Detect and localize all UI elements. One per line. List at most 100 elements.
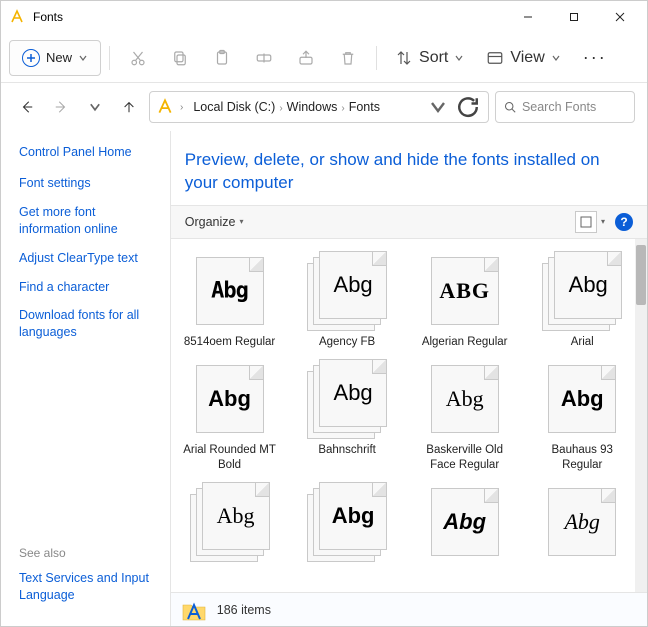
breadcrumb-segment[interactable]: Windows [283,98,342,116]
font-item[interactable]: Abg Agency FB [288,245,406,353]
font-preview-tile: Abg [307,251,387,331]
more-button[interactable]: ··· [573,47,617,68]
fonts-folder-icon [181,597,207,623]
scrollbar-thumb[interactable] [636,245,646,305]
font-item[interactable]: Abg [523,476,641,570]
search-box[interactable] [495,91,635,123]
font-name-label: Arial [571,335,594,349]
plus-icon [22,49,40,67]
see-also-heading: See also [19,546,158,560]
sort-label: Sort [419,49,448,67]
font-sample: Abg [555,272,621,298]
breadcrumb[interactable]: Local Disk (C:)›Windows›Fonts [189,98,384,116]
toolbar-separator [109,46,110,70]
see-also-link[interactable]: Text Services and Input Language [19,570,158,604]
chevron-down-icon[interactable]: ▾ [601,217,605,226]
main-panel: Preview, delete, or show and hide the fo… [171,131,647,626]
font-preview-tile: Abg [542,482,622,562]
font-item[interactable]: Abg Arial [523,245,641,353]
font-item[interactable]: AbgBauhaus 93 Regular [523,353,641,476]
sidebar-link[interactable]: Find a character [19,279,158,296]
fonts-window: Fonts New Sort View ··· [0,0,648,627]
minimize-button[interactable] [505,1,551,33]
font-preview-tile: Abg [190,482,270,562]
organize-label: Organize [185,215,236,229]
view-options-button[interactable] [575,211,597,233]
font-sample: Abg [549,386,615,412]
address-bar[interactable]: › Local Disk (C:)›Windows›Fonts [149,91,489,123]
content-body: Control Panel Home Font settings Get more… [1,131,647,626]
search-icon [504,100,516,114]
font-name-label: 8514oem Regular [184,335,275,349]
new-button[interactable]: New [9,40,101,76]
font-preview-tile: Abg [190,251,270,331]
organize-button[interactable]: Organize ▾ [185,215,244,229]
address-history-button[interactable] [428,97,448,117]
font-name-label: Algerian Regular [422,335,508,349]
window-title: Fonts [33,10,63,24]
search-input[interactable] [522,100,626,114]
font-sample: Abg [320,272,386,298]
refresh-button[interactable] [454,93,482,121]
copy-button[interactable] [160,40,200,76]
font-name-label: Baskerville Old Face Regular [418,443,512,472]
close-button[interactable] [597,1,643,33]
recent-locations-button[interactable] [81,93,109,121]
font-preview-tile: Abg [307,482,387,562]
font-preview-tile: Abg [542,251,622,331]
font-name-label: Arial Rounded MT Bold [183,443,277,472]
chevron-down-icon [454,53,464,63]
page-heading: Preview, delete, or show and hide the fo… [171,131,647,205]
view-label: View [510,49,544,67]
up-button[interactable] [115,93,143,121]
font-sample: Abg [432,509,498,535]
command-toolbar: New Sort View ··· [1,33,647,83]
font-name-label: Agency FB [319,335,375,349]
font-item[interactable]: ABG Algerian Regular [406,245,524,353]
sidebar-link[interactable]: Font settings [19,175,158,192]
font-preview-tile: ABG [425,251,505,331]
font-item[interactable]: Abg Baskerville Old Face Regular [406,353,524,476]
new-button-label: New [46,50,72,65]
navigation-row: › Local Disk (C:)›Windows›Fonts [1,83,647,131]
font-grid: Abg 8514oem Regular Abg Agency FB ABG Algeria… [171,239,647,570]
scrollbar[interactable] [635,239,647,592]
status-bar: 186 items [171,592,647,626]
font-item[interactable]: Abg [171,476,289,570]
control-panel-home-link[interactable]: Control Panel Home [19,145,158,159]
cut-button[interactable] [118,40,158,76]
font-item[interactable]: Abg [288,476,406,570]
sidebar-link[interactable]: Adjust ClearType text [19,250,158,267]
forward-button[interactable] [47,93,75,121]
maximize-button[interactable] [551,1,597,33]
font-sample: Abg [432,386,498,412]
paste-button[interactable] [202,40,242,76]
fonts-location-icon [156,98,174,116]
font-item[interactable]: Abg [406,476,524,570]
share-button[interactable] [286,40,326,76]
view-icon [486,49,504,67]
font-preview-tile: Abg [307,359,387,439]
sort-button[interactable]: Sort [385,40,474,76]
view-button[interactable]: View [476,40,570,76]
help-button[interactable]: ? [615,213,633,231]
font-item[interactable]: Abg Bahnschrift [288,353,406,476]
font-name-label: Bahnschrift [318,443,376,457]
sidebar-link[interactable]: Get more font information online [19,204,158,238]
organize-bar: Organize ▾ ▾ ? [171,205,647,239]
font-item[interactable]: Abg Arial Rounded MT Bold [171,353,289,476]
font-item[interactable]: Abg 8514oem Regular [171,245,289,353]
font-sample: Abg [197,386,263,412]
chevron-right-icon: › [180,102,183,113]
font-preview-tile: Abg [542,359,622,439]
sidebar-link[interactable]: Download fonts for all languages [19,307,158,341]
font-sample: Abg [197,278,263,303]
font-preview-tile: Abg [190,359,270,439]
delete-button[interactable] [328,40,368,76]
rename-button[interactable] [244,40,284,76]
font-sample: ABG [432,278,498,304]
breadcrumb-segment[interactable]: Fonts [345,98,384,116]
sort-icon [395,49,413,67]
back-button[interactable] [13,93,41,121]
breadcrumb-segment[interactable]: Local Disk (C:) [189,98,279,116]
